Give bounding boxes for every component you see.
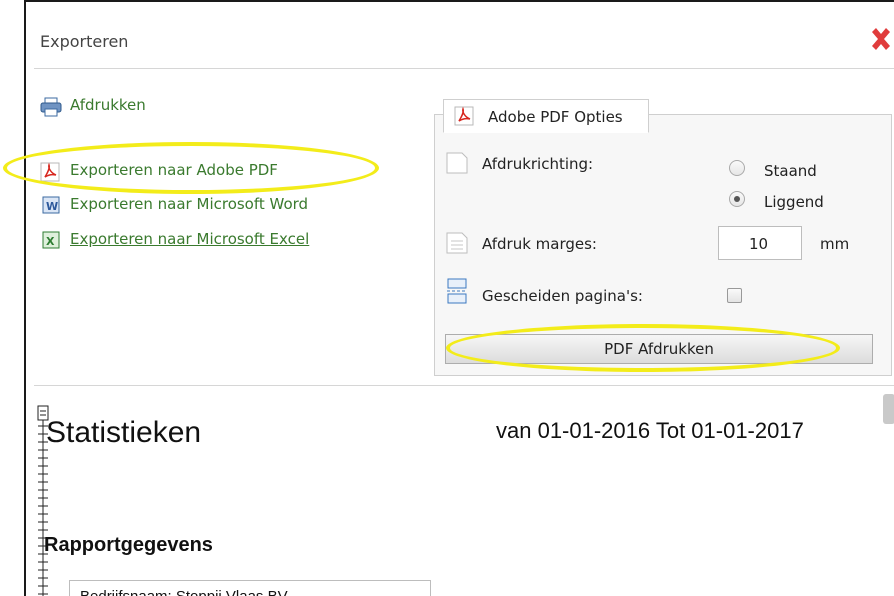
margins-icon — [446, 232, 468, 254]
pdf-options-tab[interactable]: Adobe PDF Opties — [443, 99, 649, 133]
export-pdf-label: Exporteren naar Adobe PDF — [70, 161, 278, 179]
margins-label: Afdruk marges: — [482, 235, 597, 253]
report-title: Statistieken — [46, 416, 202, 449]
dialog-title: Exporteren — [40, 32, 129, 51]
word-icon: W — [42, 196, 60, 214]
export-pdf-link[interactable]: Exporteren naar Adobe PDF — [40, 160, 400, 182]
orientation-portrait-label: Staand — [764, 162, 817, 180]
report-section-title: Rapportgegevens — [44, 534, 213, 556]
company-name-line: Bedrijfsnaam: Stoppij Vlaas BV — [80, 588, 288, 596]
section-divider — [34, 385, 894, 386]
print-link[interactable]: Afdrukken — [40, 96, 400, 118]
pdf-icon — [454, 106, 474, 126]
export-dialog: Exporteren Afdrukken Exporteren naar Ado… — [24, 0, 894, 596]
orientation-portrait-radio[interactable] — [729, 160, 745, 176]
orientation-landscape-label: Liggend — [764, 193, 824, 211]
svg-text:X: X — [46, 235, 55, 248]
orientation-landscape-radio[interactable] — [729, 191, 745, 207]
separate-pages-checkbox[interactable] — [727, 288, 742, 303]
orientation-label: Afdrukrichting: — [482, 155, 594, 173]
excel-icon: X — [42, 231, 60, 249]
separate-pages-label: Gescheiden pagina's: — [482, 287, 643, 305]
export-excel-label: Exporteren naar Microsoft Excel — [70, 230, 310, 248]
separate-pages-icon — [447, 278, 467, 304]
report-date-range: van 01-01-2016 Tot 01-01-2017 — [496, 418, 804, 443]
export-excel-link[interactable]: X Exporteren naar Microsoft Excel — [40, 229, 400, 251]
pdf-print-button[interactable]: PDF Afdrukken — [445, 334, 873, 364]
margins-input[interactable]: 10 — [718, 226, 802, 260]
export-word-label: Exporteren naar Microsoft Word — [70, 195, 309, 213]
pdf-options-tab-label: Adobe PDF Opties — [488, 108, 623, 126]
margins-unit: mm — [820, 235, 850, 253]
scrollbar-thumb[interactable] — [883, 394, 894, 424]
page-icon — [446, 152, 468, 174]
svg-text:W: W — [46, 200, 58, 213]
pdf-icon — [40, 162, 60, 182]
close-icon[interactable] — [868, 26, 894, 52]
title-divider — [34, 68, 894, 69]
printer-icon — [40, 97, 62, 117]
export-word-link[interactable]: W Exporteren naar Microsoft Word — [40, 194, 400, 216]
print-link-label: Afdrukken — [70, 96, 146, 114]
